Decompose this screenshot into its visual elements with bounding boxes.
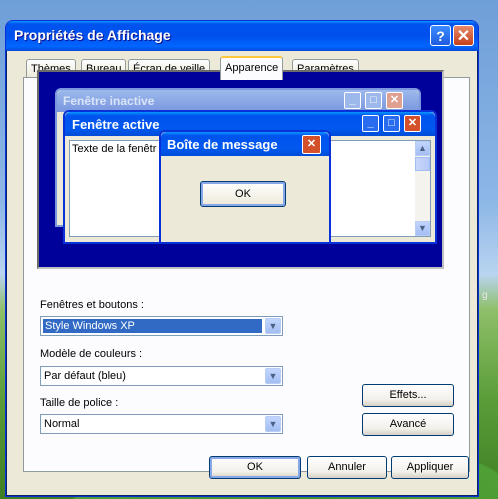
maximize-icon: □ xyxy=(383,115,400,132)
preview-ok-button: OK xyxy=(200,181,286,207)
advanced-button[interactable]: Avancé xyxy=(362,413,454,436)
scroll-up-icon: ▲ xyxy=(415,141,430,156)
close-icon: ✕ xyxy=(386,92,403,109)
help-button[interactable]: ? xyxy=(430,25,451,46)
preview-inactive-titlebar: Fenêtre inactive _ □ ✕ xyxy=(57,90,419,112)
desktop-edge-text: g xyxy=(482,290,488,301)
font-size-select[interactable]: Normal ▼ xyxy=(40,414,283,434)
maximize-icon: □ xyxy=(365,92,382,109)
preview-message-box: Boîte de message ✕ OK xyxy=(159,130,331,244)
effects-button[interactable]: Effets... xyxy=(362,384,454,407)
chevron-down-icon[interactable]: ▼ xyxy=(265,368,281,384)
ok-button[interactable]: OK xyxy=(209,456,301,479)
color-scheme-label: Modèle de couleurs : xyxy=(40,348,143,360)
preview-inactive-title: Fenêtre inactive xyxy=(63,94,155,108)
close-button[interactable]: ✕ xyxy=(453,25,474,46)
apply-button[interactable]: Appliquer xyxy=(391,456,469,479)
color-scheme-select[interactable]: Par défaut (bleu) ▼ xyxy=(40,366,283,386)
window-title: Propriétés de Affichage xyxy=(14,27,171,43)
windows-buttons-select[interactable]: Style Windows XP ▼ xyxy=(40,316,283,336)
title-bar[interactable]: Propriétés de Affichage ? ✕ xyxy=(6,21,478,51)
preview-scrollbar: ▲ ▼ xyxy=(415,141,430,236)
preview-message-titlebar: Boîte de message ✕ xyxy=(161,132,329,156)
color-scheme-value: Par défaut (bleu) xyxy=(44,370,126,382)
chevron-down-icon[interactable]: ▼ xyxy=(265,416,281,432)
font-size-label: Taille de police : xyxy=(40,397,119,409)
scroll-thumb xyxy=(415,157,430,171)
windows-buttons-label: Fenêtres et boutons : xyxy=(40,299,144,311)
cancel-button[interactable]: Annuler xyxy=(307,456,387,479)
preview-message-title: Boîte de message xyxy=(167,137,278,152)
close-icon: ✕ xyxy=(404,115,421,132)
appearance-preview: Fenêtre inactive _ □ ✕ Fenêtre active _ … xyxy=(37,70,444,269)
minimize-icon: _ xyxy=(344,92,361,109)
preview-window-text: Texte de la fenêtr xyxy=(72,143,157,155)
chevron-down-icon[interactable]: ▼ xyxy=(265,318,281,334)
minimize-icon: _ xyxy=(362,115,379,132)
preview-active-title: Fenêtre active xyxy=(72,117,160,132)
scroll-down-icon: ▼ xyxy=(415,221,430,236)
tab-appearance[interactable]: Apparence xyxy=(220,56,284,80)
font-size-value: Normal xyxy=(44,418,80,430)
windows-buttons-value: Style Windows XP xyxy=(43,319,262,333)
close-icon: ✕ xyxy=(302,135,321,154)
